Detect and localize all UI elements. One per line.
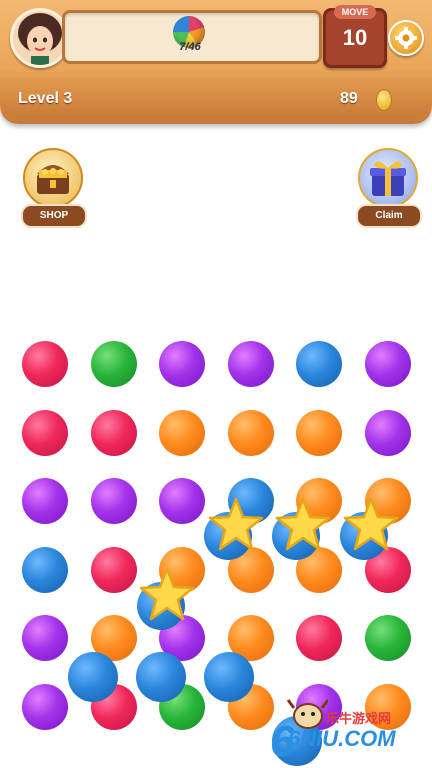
watermark-brand: 6NIU.COM: [288, 726, 396, 751]
red-ball[interactable]: [22, 341, 68, 387]
purple-ball[interactable]: [227, 341, 274, 387]
red-ball[interactable]: [90, 409, 137, 456]
shop-label: SHOP: [21, 204, 87, 228]
gear-icon: [395, 27, 417, 49]
orange-ball[interactable]: [159, 409, 206, 456]
star-bonus-icon: [139, 567, 195, 621]
moves-label: MOVE: [334, 5, 376, 19]
player-avatar[interactable]: [10, 8, 70, 68]
star-bonus-icon: [275, 497, 331, 551]
coin-icon: [376, 89, 392, 111]
purple-ball[interactable]: [22, 478, 68, 525]
shop-button[interactable]: SHOP: [21, 148, 87, 230]
red-ball[interactable]: [22, 409, 68, 456]
avatar-face-icon: [18, 13, 62, 65]
goal-progress: 7/46: [179, 41, 201, 53]
claim-label: Claim: [356, 204, 422, 228]
red-ball[interactable]: [90, 546, 137, 593]
claim-ring: [358, 148, 418, 208]
orange-ball[interactable]: [227, 409, 274, 456]
shop-ring: [23, 148, 83, 208]
moves-counter: MOVE 10: [323, 5, 387, 68]
purple-ball[interactable]: [22, 615, 68, 662]
green-ball[interactable]: [90, 341, 137, 387]
settings-button[interactable]: [388, 20, 424, 56]
treasure-chest-icon: [37, 165, 69, 194]
claim-button[interactable]: Claim: [356, 148, 422, 230]
star-bonus-icon: [208, 497, 264, 551]
purple-ball[interactable]: [22, 684, 68, 730]
purple-ball[interactable]: [365, 409, 411, 456]
purple-ball[interactable]: [90, 478, 137, 525]
top-hud: 7/46 MOVE 10 Level 3 89: [0, 0, 432, 124]
gift-box-icon: [370, 161, 406, 196]
orange-ball[interactable]: [296, 409, 343, 456]
star-bonus-icon: [343, 497, 399, 551]
blue-ball[interactable]: [22, 546, 68, 593]
watermark-logo: 6 乐牛游戏网 6NIU.COM: [268, 688, 428, 764]
blue-ball[interactable]: [296, 341, 343, 387]
purple-ball[interactable]: [159, 478, 206, 525]
blue-ball[interactable]: [68, 652, 118, 702]
purple-ball[interactable]: [365, 341, 411, 387]
moves-value: 10: [342, 25, 368, 50]
level-title: Level 3: [18, 90, 73, 107]
green-ball[interactable]: [365, 615, 411, 662]
purple-ball[interactable]: [159, 341, 206, 387]
coin-count: 89: [340, 90, 358, 107]
blue-ball[interactable]: [204, 652, 254, 702]
blue-ball[interactable]: [136, 652, 186, 702]
watermark-text: 乐牛游戏网: [326, 711, 392, 726]
goal-panel: 7/46: [62, 10, 322, 64]
red-ball[interactable]: [296, 615, 343, 662]
